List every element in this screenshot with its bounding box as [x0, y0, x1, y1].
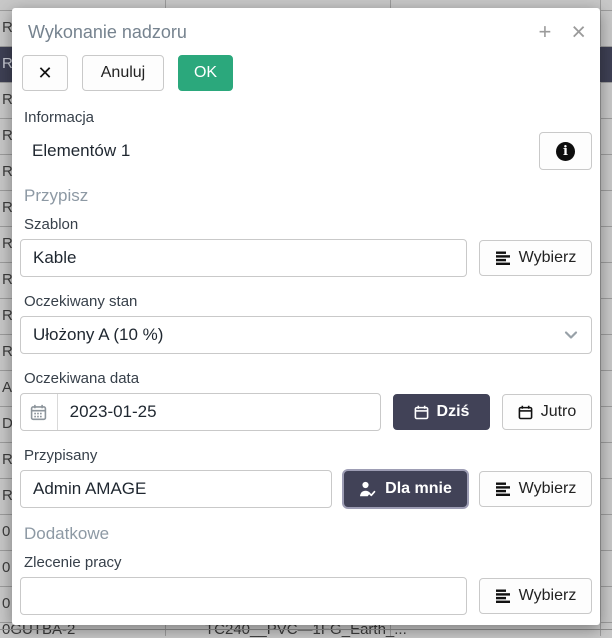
- work-order-label: Zlecenie pracy: [24, 554, 592, 571]
- for-me-button[interactable]: Dla mnie: [344, 471, 467, 507]
- expected-state-select[interactable]: Ułożony A (10 %): [20, 316, 592, 354]
- cancel-button[interactable]: Anuluj: [82, 55, 164, 91]
- assigned-input[interactable]: [20, 470, 332, 508]
- info-row: Elementów 1 i: [20, 132, 592, 170]
- work-order-input[interactable]: [20, 577, 467, 615]
- template-choose-button[interactable]: Wybierz: [479, 240, 592, 276]
- user-check-icon: [359, 481, 377, 497]
- dialog-header: Wykonanie nadzoru + ×: [20, 8, 592, 49]
- section-dodatkowe: Dodatkowe: [24, 524, 592, 544]
- close-button[interactable]: ✕: [22, 55, 68, 91]
- choose-button-label: Wybierz: [519, 249, 577, 267]
- expected-date-label: Oczekiwana data: [24, 370, 592, 387]
- choose-button-label: Wybierz: [519, 587, 577, 605]
- list-icon: [495, 250, 511, 266]
- for-me-button-label: Dla mnie: [385, 480, 452, 498]
- info-label: Informacja: [24, 109, 592, 126]
- expected-state-value: Ułożony A (10 %): [33, 325, 163, 345]
- calendar-icon: [21, 394, 58, 430]
- work-order-row: Wybierz: [20, 577, 592, 615]
- tomorrow-button[interactable]: Jutro: [502, 394, 592, 430]
- list-icon: [495, 588, 511, 604]
- ok-button[interactable]: OK: [178, 55, 233, 91]
- section-przypisz: Przypisz: [24, 186, 592, 206]
- tomorrow-button-label: Jutro: [541, 403, 577, 421]
- template-row: Wybierz: [20, 239, 592, 277]
- info-button[interactable]: i: [539, 132, 592, 170]
- assigned-row: Dla mnie Wybierz: [20, 470, 592, 508]
- expand-icon[interactable]: +: [539, 21, 552, 43]
- expected-state-row: Ułożony A (10 %): [20, 316, 592, 354]
- supervision-dialog: Wykonanie nadzoru + × ✕ Anuluj OK Inform…: [12, 8, 600, 625]
- date-input[interactable]: [58, 394, 380, 430]
- elements-count-text: Elementów 1: [20, 141, 539, 161]
- expected-state-label: Oczekiwany stan: [24, 293, 592, 310]
- date-input-group: [20, 393, 381, 431]
- template-label: Szablon: [24, 216, 592, 233]
- today-button[interactable]: Dziś: [393, 394, 490, 430]
- work-order-choose-button[interactable]: Wybierz: [479, 578, 592, 614]
- close-icon[interactable]: ×: [571, 21, 586, 43]
- calendar-icon: [518, 405, 533, 420]
- list-icon: [495, 481, 511, 497]
- assigned-choose-button[interactable]: Wybierz: [479, 471, 592, 507]
- template-input[interactable]: [20, 239, 467, 277]
- info-icon: i: [556, 142, 575, 161]
- table-row-border: [0, 629, 612, 630]
- dialog-toolbar: ✕ Anuluj OK: [20, 49, 592, 103]
- chevron-down-icon: [563, 327, 579, 343]
- expected-date-row: Dziś Jutro: [20, 393, 592, 431]
- today-button-label: Dziś: [437, 403, 470, 421]
- dialog-title: Wykonanie nadzoru: [28, 22, 519, 43]
- choose-button-label: Wybierz: [519, 480, 577, 498]
- calendar-icon: [414, 405, 429, 420]
- assigned-label: Przypisany: [24, 447, 592, 464]
